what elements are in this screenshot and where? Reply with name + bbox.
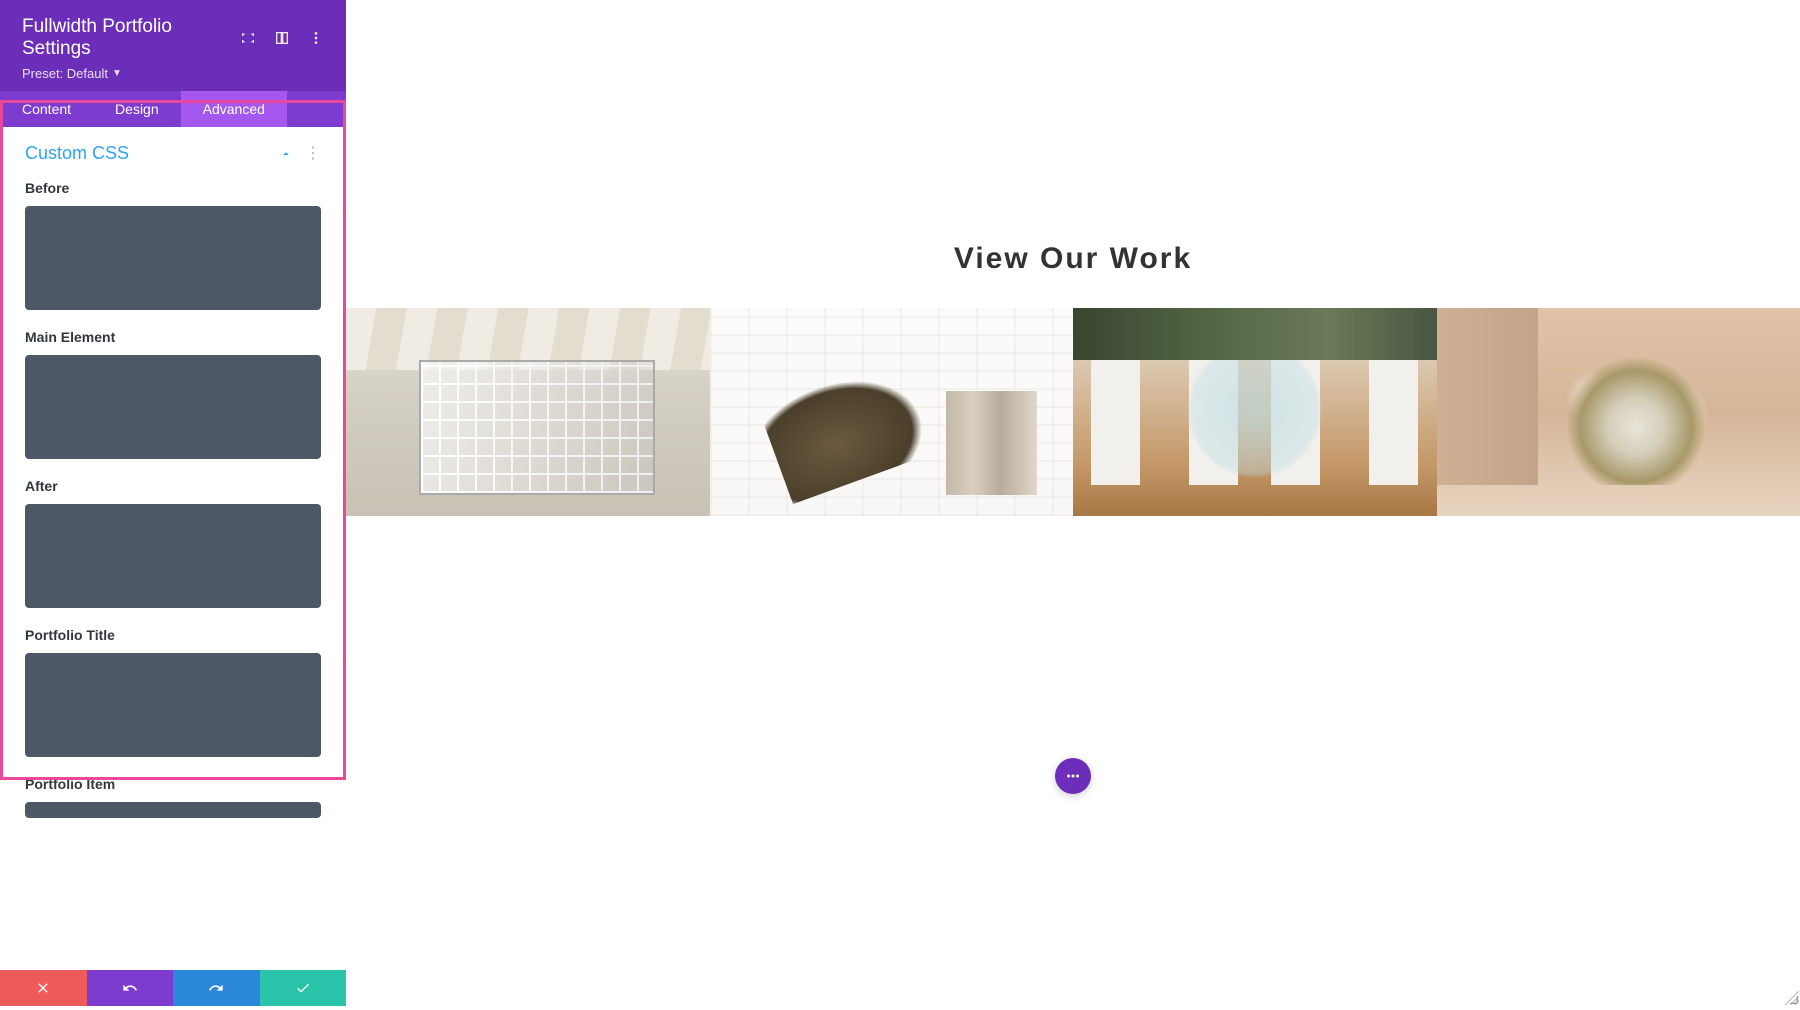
- field-label: After: [25, 478, 321, 494]
- floating-action-button[interactable]: [1055, 758, 1091, 794]
- field-portfolio-title: Portfolio Title: [20, 621, 326, 770]
- redo-button[interactable]: [173, 970, 260, 1006]
- save-button[interactable]: [260, 970, 347, 1006]
- tab-design[interactable]: Design: [93, 91, 181, 127]
- chevron-down-icon: ▼: [112, 68, 122, 79]
- field-after: After: [20, 472, 326, 621]
- tabs: Content Design Advanced: [0, 91, 346, 127]
- field-main-element: Main Element: [20, 323, 326, 472]
- css-input-before[interactable]: [25, 206, 321, 310]
- field-label: Portfolio Item: [25, 776, 321, 792]
- field-label: Main Element: [25, 329, 321, 345]
- chevron-up-icon[interactable]: [279, 147, 293, 161]
- portfolio-gallery: [346, 308, 1800, 516]
- preset-label: Preset: Default: [22, 66, 108, 81]
- css-input-portfolio-item[interactable]: [25, 802, 321, 818]
- section-header[interactable]: Custom CSS ⋮: [20, 127, 326, 174]
- tab-advanced[interactable]: Advanced: [181, 91, 287, 127]
- field-label: Before: [25, 180, 321, 196]
- preview-heading: View Our Work: [954, 242, 1192, 276]
- panel-footer: [0, 970, 346, 1006]
- panel-content[interactable]: Custom CSS ⋮ Before Main Element After P…: [0, 127, 346, 970]
- field-before: Before: [20, 174, 326, 323]
- page-preview: View Our Work: [346, 0, 1800, 1006]
- field-portfolio-item: Portfolio Item: [20, 770, 326, 831]
- cancel-button[interactable]: [0, 970, 87, 1006]
- css-input-main-element[interactable]: [25, 355, 321, 459]
- more-icon[interactable]: [308, 30, 324, 46]
- section-more-icon[interactable]: ⋮: [305, 146, 321, 162]
- portfolio-item[interactable]: [1073, 308, 1437, 516]
- expand-icon[interactable]: [240, 30, 256, 46]
- portfolio-item[interactable]: [346, 308, 710, 516]
- undo-button[interactable]: [87, 970, 174, 1006]
- css-input-after[interactable]: [25, 504, 321, 608]
- portfolio-item[interactable]: [1437, 308, 1800, 516]
- preset-selector[interactable]: Preset: Default ▼: [22, 66, 324, 81]
- panel-header: Fullwidth Portfolio Settings Preset: Def…: [0, 0, 346, 91]
- settings-panel: Fullwidth Portfolio Settings Preset: Def…: [0, 0, 346, 1006]
- css-input-portfolio-title[interactable]: [25, 653, 321, 757]
- portfolio-item[interactable]: [710, 308, 1074, 516]
- responsive-icon[interactable]: [274, 30, 290, 46]
- section-title: Custom CSS: [25, 143, 279, 164]
- field-label: Portfolio Title: [25, 627, 321, 643]
- tab-content[interactable]: Content: [0, 91, 93, 127]
- resize-handle-icon[interactable]: [1785, 991, 1799, 1005]
- panel-title: Fullwidth Portfolio Settings: [22, 16, 230, 60]
